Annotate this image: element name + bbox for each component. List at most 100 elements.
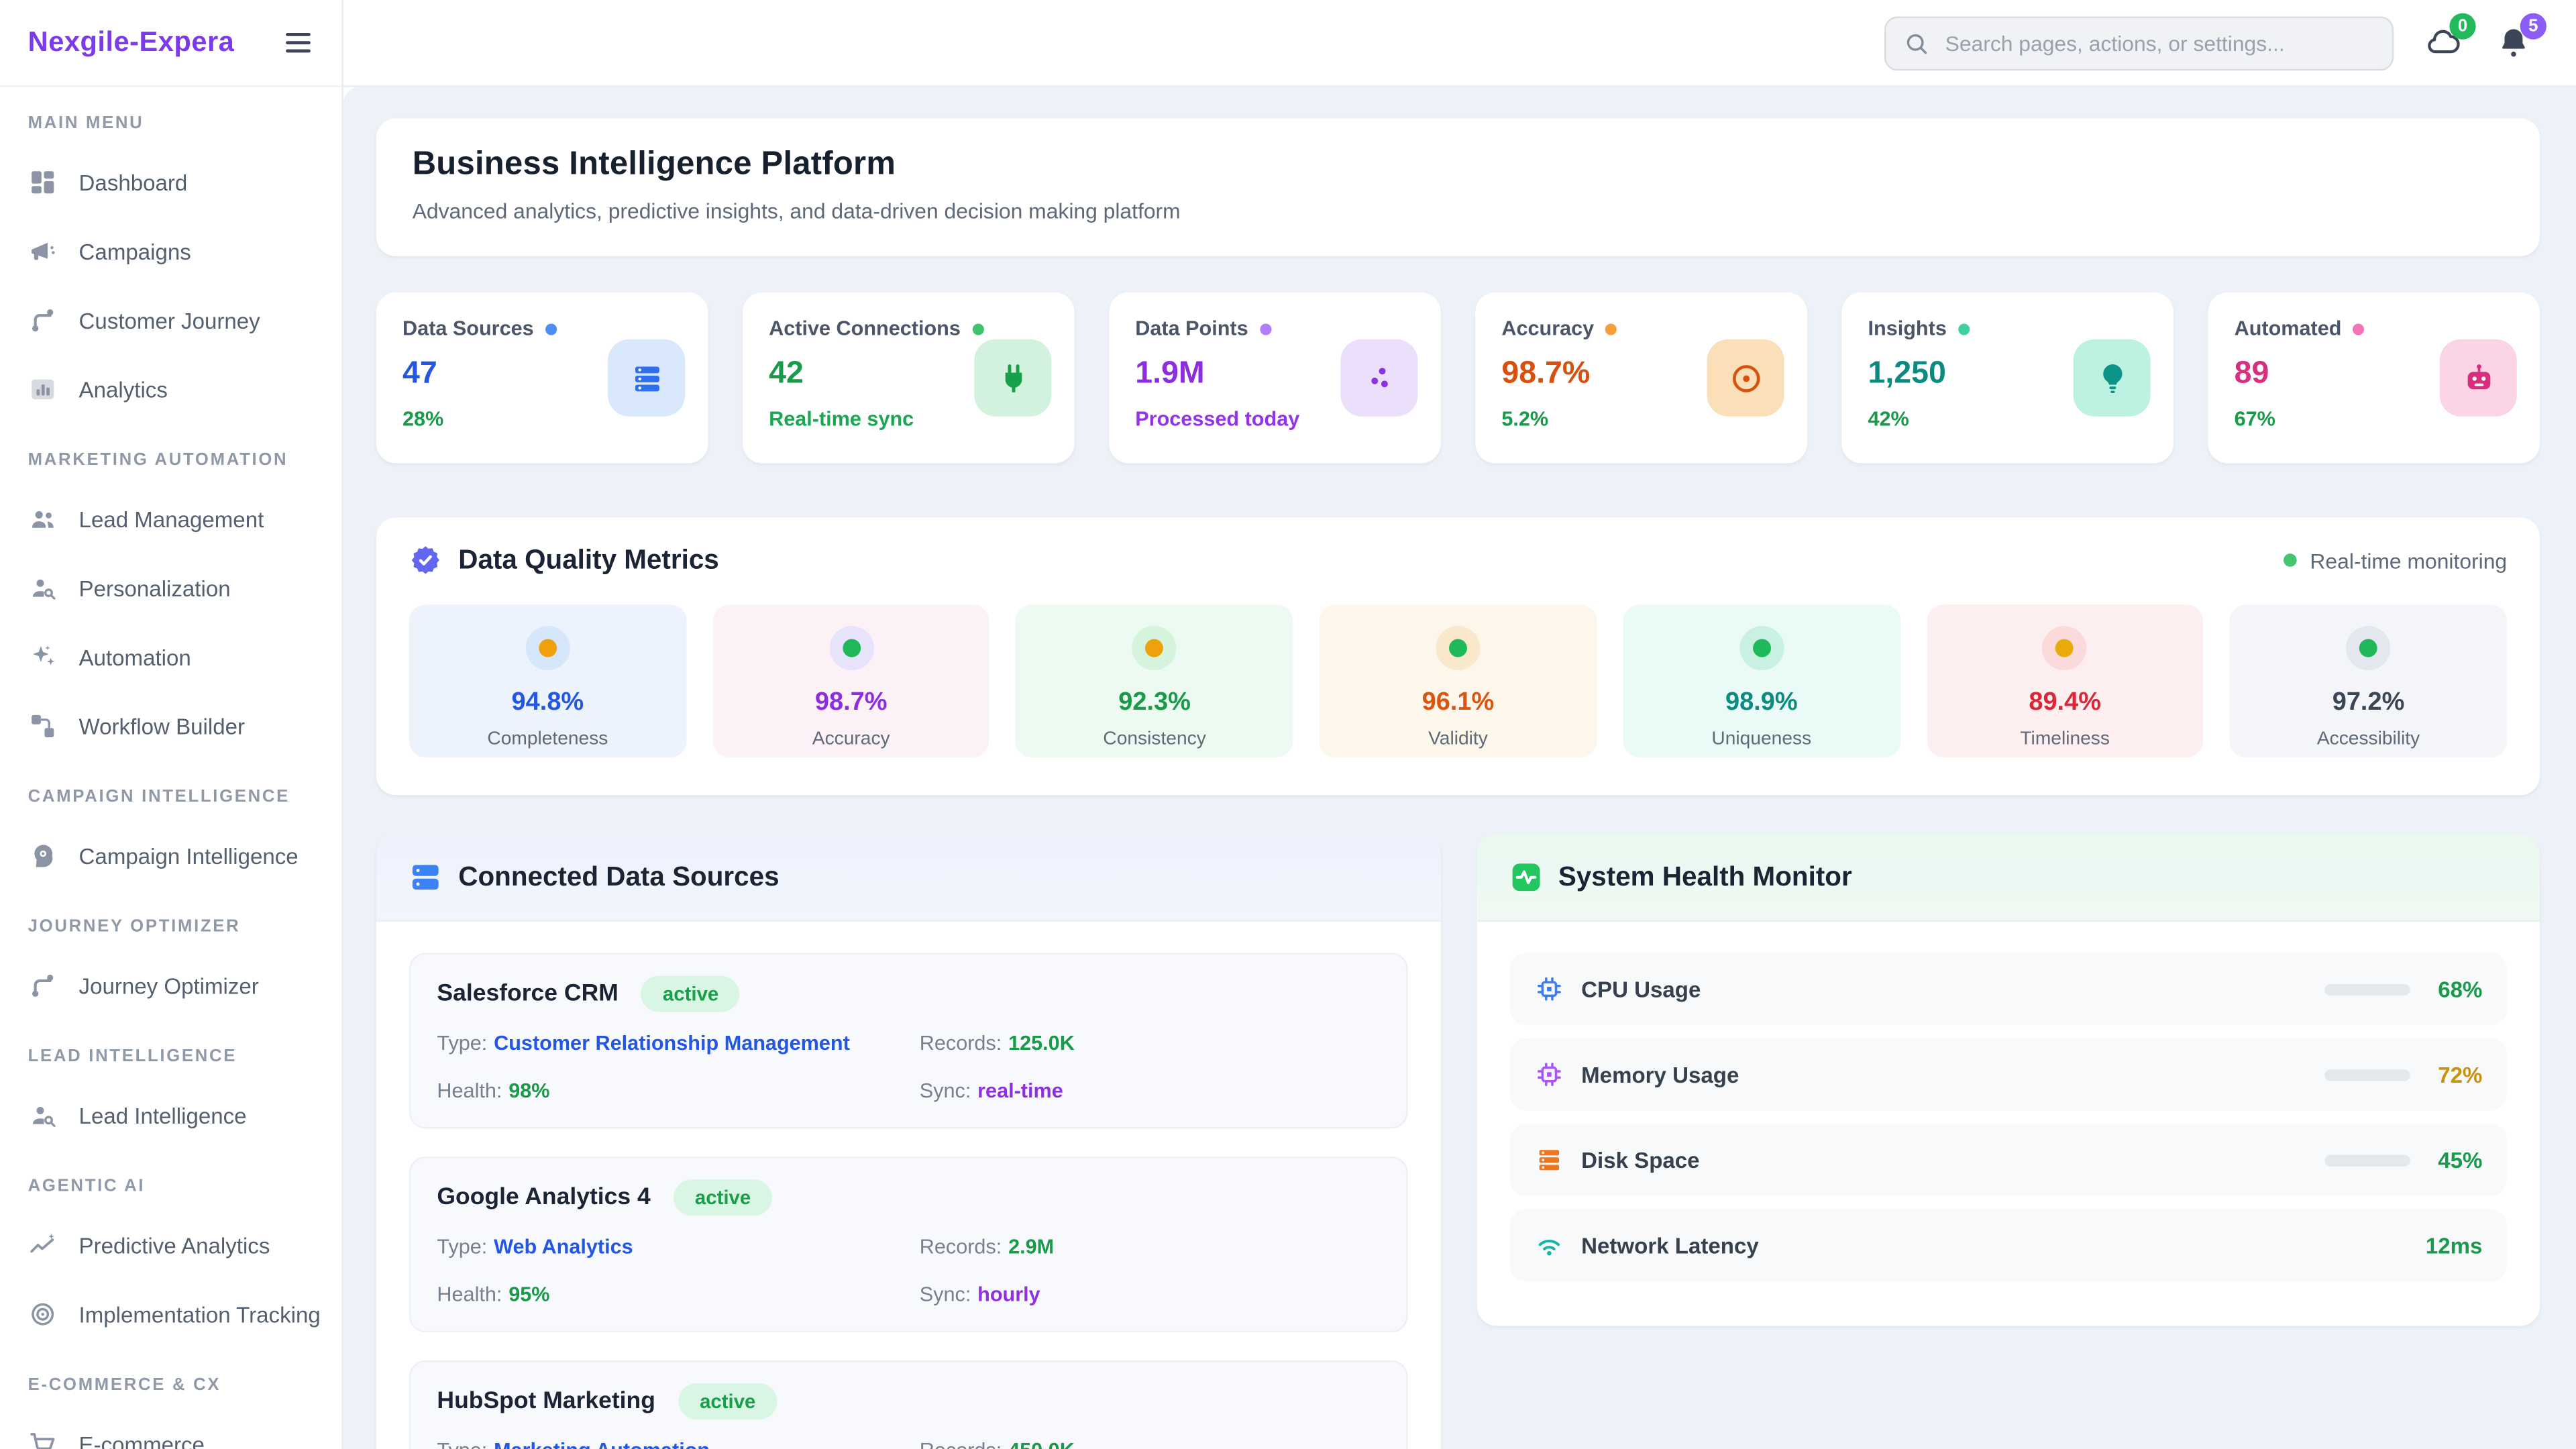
health-rows: CPU Usage 68% Memory Usage 72% Disk Spac… xyxy=(1476,922,2540,1326)
sidebar-item-lead-management[interactable]: Lead Management xyxy=(0,484,341,553)
sidebar-item-predictive-analytics[interactable]: Predictive Analytics xyxy=(0,1211,341,1280)
status-dot xyxy=(1958,323,1970,334)
sidebar-nav: MAIN MENU Dashboard Campaigns Customer J… xyxy=(0,87,341,1449)
quality-tile-timeliness: 89.4% Timeliness xyxy=(1927,604,2204,757)
sidebar-item-campaigns[interactable]: Campaigns xyxy=(0,217,341,286)
metric-value: 97.2% xyxy=(2332,688,2405,718)
brand-logo[interactable]: Nexgile-Expera xyxy=(28,26,235,59)
cloud-sync-button[interactable]: 0 xyxy=(2422,21,2465,64)
page-subtitle: Advanced analytics, predictive insights,… xyxy=(413,199,2504,223)
sidebar-item-ecommerce[interactable]: E-commerce xyxy=(0,1409,341,1449)
stat-card-active-connections: Active Connections 42 Real-time sync xyxy=(743,292,1075,464)
sources-panel-header: Connected Data Sources xyxy=(376,835,1440,922)
brain-cog-icon xyxy=(28,841,58,871)
main-content: Business Intelligence Platform Advanced … xyxy=(343,87,2576,1449)
sidebar-item-label: Automation xyxy=(79,645,191,669)
sidebar-item-personalization[interactable]: Personalization xyxy=(0,553,341,623)
server-icon xyxy=(608,339,685,417)
sidebar-item-analytics[interactable]: Analytics xyxy=(0,355,341,424)
stat-card-data-sources: Data Sources 47 28% xyxy=(376,292,708,464)
nav-section-marketing-automation: MARKETING AUTOMATION xyxy=(0,424,341,485)
sidebar-item-workflow-builder[interactable]: Workflow Builder xyxy=(0,692,341,761)
health-panel-title: System Health Monitor xyxy=(1558,861,1852,893)
quality-panel-title: Data Quality Metrics xyxy=(458,545,719,576)
route-icon xyxy=(28,306,58,335)
source-type: Type:Customer Relationship Management xyxy=(437,1032,919,1055)
health-row-value: 68% xyxy=(2426,977,2482,1002)
nav-section-main-menu: MAIN MENU xyxy=(0,87,341,148)
sidebar-item-implementation-tracking[interactable]: Implementation Tracking xyxy=(0,1280,341,1349)
activity-pulse-icon xyxy=(1509,861,1542,894)
metric-dot xyxy=(539,639,557,657)
sidebar-item-campaign-intelligence[interactable]: Campaign Intelligence xyxy=(0,821,341,890)
health-row-disk: Disk Space 45% xyxy=(1509,1124,2507,1196)
quality-tiles-row: 94.8% Completeness 98.7% Accuracy 92.3% … xyxy=(409,604,2507,757)
sidebar-item-customer-journey[interactable]: Customer Journey xyxy=(0,286,341,355)
sidebar-item-lead-intelligence[interactable]: Lead Intelligence xyxy=(0,1081,341,1150)
stat-card-data-points: Data Points 1.9M Processed today xyxy=(1109,292,1441,464)
stat-label-row: Accuracy xyxy=(1501,317,1780,340)
health-row-value: 12ms xyxy=(2426,1233,2483,1258)
source-records: Records:450.0K xyxy=(920,1439,1379,1449)
search-input[interactable] xyxy=(1942,29,2374,57)
sidebar-item-dashboard[interactable]: Dashboard xyxy=(0,148,341,217)
route-icon xyxy=(28,971,58,1000)
metric-indicator xyxy=(2043,626,2087,670)
scatter-icon xyxy=(1340,339,1417,417)
cart-icon xyxy=(28,1430,58,1449)
notifications-button[interactable]: 5 xyxy=(2492,21,2535,64)
metric-indicator xyxy=(1436,626,1480,670)
global-search[interactable] xyxy=(1884,15,2394,70)
database-icon xyxy=(409,861,442,894)
metric-dot xyxy=(2359,639,2377,657)
stat-label-row: Insights xyxy=(1868,317,2147,340)
stat-label: Automated xyxy=(2235,317,2342,340)
metric-value: 98.7% xyxy=(815,688,888,718)
stat-label-row: Data Points xyxy=(1135,317,1414,340)
active-status-badge: active xyxy=(641,976,740,1012)
dashboard-grid-icon xyxy=(28,168,58,197)
metric-dot xyxy=(1449,639,1467,657)
source-records: Records:125.0K xyxy=(920,1032,1379,1055)
page-title: Business Intelligence Platform xyxy=(413,146,2504,184)
sidebar-item-label: Workflow Builder xyxy=(79,714,245,739)
app-window: Nexgile-Expera MAIN MENU Dashboard Campa… xyxy=(0,0,2576,1449)
metric-indicator xyxy=(2346,626,2390,670)
metric-indicator xyxy=(829,626,873,670)
hamburger-menu-icon[interactable] xyxy=(282,26,314,59)
topbar: 0 5 xyxy=(341,0,2576,87)
stat-label-row: Automated xyxy=(2235,317,2514,340)
stat-label: Active Connections xyxy=(769,317,961,340)
sidebar-item-journey-optimizer[interactable]: Journey Optimizer xyxy=(0,951,341,1020)
metric-label: Completeness xyxy=(487,729,608,749)
metric-label: Timeliness xyxy=(2020,729,2110,749)
progress-track xyxy=(2324,1069,2410,1080)
bar-chart-icon xyxy=(28,374,58,404)
stat-card-accuracy: Accuracy 98.7% 5.2% xyxy=(1475,292,1807,464)
system-health-panel: System Health Monitor CPU Usage 68% Memo… xyxy=(1476,835,2540,1326)
progress-track xyxy=(2324,1154,2410,1165)
workflow-icon xyxy=(28,711,58,741)
stat-card-automated: Automated 89 67% xyxy=(2208,292,2540,464)
users-icon xyxy=(28,504,58,534)
connected-data-sources-panel: Connected Data Sources Salesforce CRM ac… xyxy=(376,835,1440,1449)
source-card-hubspot: HubSpot Marketing active Type:Marketing … xyxy=(409,1360,1407,1449)
cpu-chip-icon xyxy=(1534,974,1563,1004)
sidebar-header: Nexgile-Expera xyxy=(0,0,341,87)
megaphone-icon xyxy=(28,237,58,266)
metric-value: 94.8% xyxy=(512,688,584,718)
sidebar-item-automation[interactable]: Automation xyxy=(0,623,341,692)
stat-label: Insights xyxy=(1868,317,1946,340)
metric-value: 96.1% xyxy=(1422,688,1495,718)
health-row-network: Network Latency 12ms xyxy=(1509,1209,2507,1281)
metric-indicator xyxy=(525,626,570,670)
quality-panel-header: Data Quality Metrics Real-time monitorin… xyxy=(409,544,2507,577)
nav-section-journey-optimizer: JOURNEY OPTIMIZER xyxy=(0,890,341,951)
source-sync: Sync:hourly xyxy=(920,1283,1379,1306)
metric-dot xyxy=(1146,639,1164,657)
search-icon xyxy=(1904,30,1929,55)
source-name: Google Analytics 4 xyxy=(437,1185,650,1211)
quality-tile-accuracy: 98.7% Accuracy xyxy=(712,604,989,757)
stat-label: Accuracy xyxy=(1501,317,1594,340)
stat-label-row: Active Connections xyxy=(769,317,1048,340)
